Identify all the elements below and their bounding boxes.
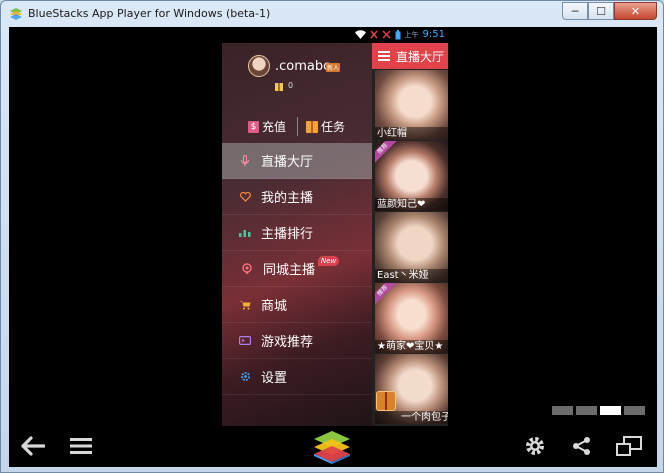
recharge-label: 充值 <box>262 120 287 134</box>
window-mode-icon[interactable] <box>616 434 642 458</box>
menu-item-game-recommend[interactable]: 游戏推荐 <box>222 323 372 359</box>
menu-item-label: 直播大厅 <box>261 155 314 170</box>
stream-name: ★萌家❤宝贝★ <box>375 340 448 353</box>
drawer-menu: 直播大厅 我的主播 主播排行 同城主播 New 商城 游戏推荐 设置 <box>222 143 372 395</box>
window-title: BlueStacks App Player for Windows (beta-… <box>28 7 271 20</box>
bar-chart-icon <box>239 227 251 239</box>
dollar-icon: $ <box>248 120 259 133</box>
user-avatar[interactable] <box>248 55 270 77</box>
account-actions: $ 充值 任务 <box>248 115 352 137</box>
heart-icon <box>239 191 251 203</box>
divider <box>297 117 298 136</box>
menu-item-nearby-hosts[interactable]: 同城主播 New <box>222 251 372 287</box>
title-bar[interactable]: BlueStacks App Player for Windows (beta-… <box>1 1 663 27</box>
android-screen: 上午 9:51 .comabc 新人 0 $ 充值 任务 直播大厅 我的主播 主… <box>222 27 448 426</box>
android-status-bar: 上午 9:51 <box>222 27 448 43</box>
menu-item-settings[interactable]: 设置 <box>222 359 372 395</box>
wifi-icon <box>354 30 366 39</box>
back-arrow-icon[interactable] <box>20 434 46 458</box>
menu-icon[interactable] <box>68 434 94 458</box>
level-badge: 新人 <box>326 63 341 72</box>
live-hall-header: 直播大厅 <box>372 43 448 69</box>
stream-name: 小红帽 <box>375 127 448 140</box>
signal-off-icon <box>369 30 378 39</box>
pager-dot[interactable] <box>552 406 573 415</box>
signal-bars-icon <box>382 30 391 39</box>
gamepad-icon <box>239 335 251 347</box>
pager-dot[interactable] <box>576 406 597 415</box>
location-icon <box>241 262 253 275</box>
stream-card[interactable]: 推荐 蓝颜知己❤ <box>375 141 448 211</box>
pager-dot[interactable] <box>624 406 645 415</box>
settings-gear-icon[interactable] <box>522 434 548 458</box>
cart-icon <box>239 299 251 311</box>
gear-icon <box>239 371 251 383</box>
username[interactable]: .comabc <box>275 59 330 74</box>
gift-icon <box>306 120 318 133</box>
hamburger-menu-icon[interactable] <box>378 51 390 61</box>
battery-icon <box>395 29 401 39</box>
stream-card[interactable]: 一个肉包子 <box>375 354 448 424</box>
menu-item-host-ranking[interactable]: 主播排行 <box>222 215 372 251</box>
live-hall-panel: 直播大厅 小红帽 推荐 蓝颜知己❤ East丶米娅 推荐 ★萌家❤宝贝★ 一个肉… <box>372 43 448 426</box>
tasks-label: 任务 <box>321 120 346 134</box>
menu-item-label: 游戏推荐 <box>261 335 314 350</box>
menu-item-my-hosts[interactable]: 我的主播 <box>222 179 372 215</box>
bluestacks-app-icon <box>10 8 22 20</box>
new-badge: New <box>318 256 340 266</box>
stream-card[interactable]: East丶米娅 <box>375 212 448 282</box>
maximize-button[interactable]: ☐ <box>588 2 614 20</box>
menu-item-live-hall[interactable]: 直播大厅 <box>222 143 372 179</box>
window-controls: ─ ☐ ✕ <box>562 2 657 20</box>
time-period: 上午 <box>404 30 419 39</box>
tasks-button[interactable]: 任务 <box>306 118 345 135</box>
status-time: 9:51 <box>422 29 445 40</box>
bluestacks-bottom-bar <box>9 426 657 467</box>
stream-name: East丶米娅 <box>375 269 448 282</box>
navigation-drawer: .comabc 新人 0 $ 充值 任务 直播大厅 我的主播 主播排行 同城主播… <box>222 43 372 426</box>
stream-card[interactable]: 小红帽 <box>375 70 448 140</box>
menu-item-label: 我的主播 <box>261 191 314 206</box>
stream-card[interactable]: 推荐 ★萌家❤宝贝★ <box>375 283 448 353</box>
coin-count: 0 <box>288 81 294 90</box>
recharge-button[interactable]: $ 充值 <box>248 118 286 135</box>
close-button[interactable]: ✕ <box>614 2 657 20</box>
stream-name: 蓝颜知己❤ <box>375 198 448 211</box>
stream-name: 一个肉包子 <box>375 411 448 424</box>
live-hall-title: 直播大厅 <box>396 49 445 64</box>
minimize-button[interactable]: ─ <box>562 2 588 20</box>
pager-dot-active[interactable] <box>600 406 621 415</box>
emulator-viewport: 上午 9:51 .comabc 新人 0 $ 充值 任务 直播大厅 我的主播 主… <box>9 27 657 467</box>
bluestacks-logo-icon[interactable] <box>312 429 352 464</box>
share-icon[interactable] <box>569 434 595 458</box>
menu-item-label: 商城 <box>261 299 288 314</box>
menu-item-label: 同城主播 <box>263 263 316 278</box>
microphone-icon <box>239 154 251 167</box>
menu-item-store[interactable]: 商城 <box>222 287 372 323</box>
menu-item-label: 设置 <box>261 371 288 386</box>
gift-button[interactable] <box>376 391 396 411</box>
coin-icon <box>275 83 283 91</box>
menu-item-label: 主播排行 <box>261 227 314 242</box>
bluestacks-window: BlueStacks App Player for Windows (beta-… <box>0 0 664 473</box>
screen-pager <box>552 406 645 415</box>
